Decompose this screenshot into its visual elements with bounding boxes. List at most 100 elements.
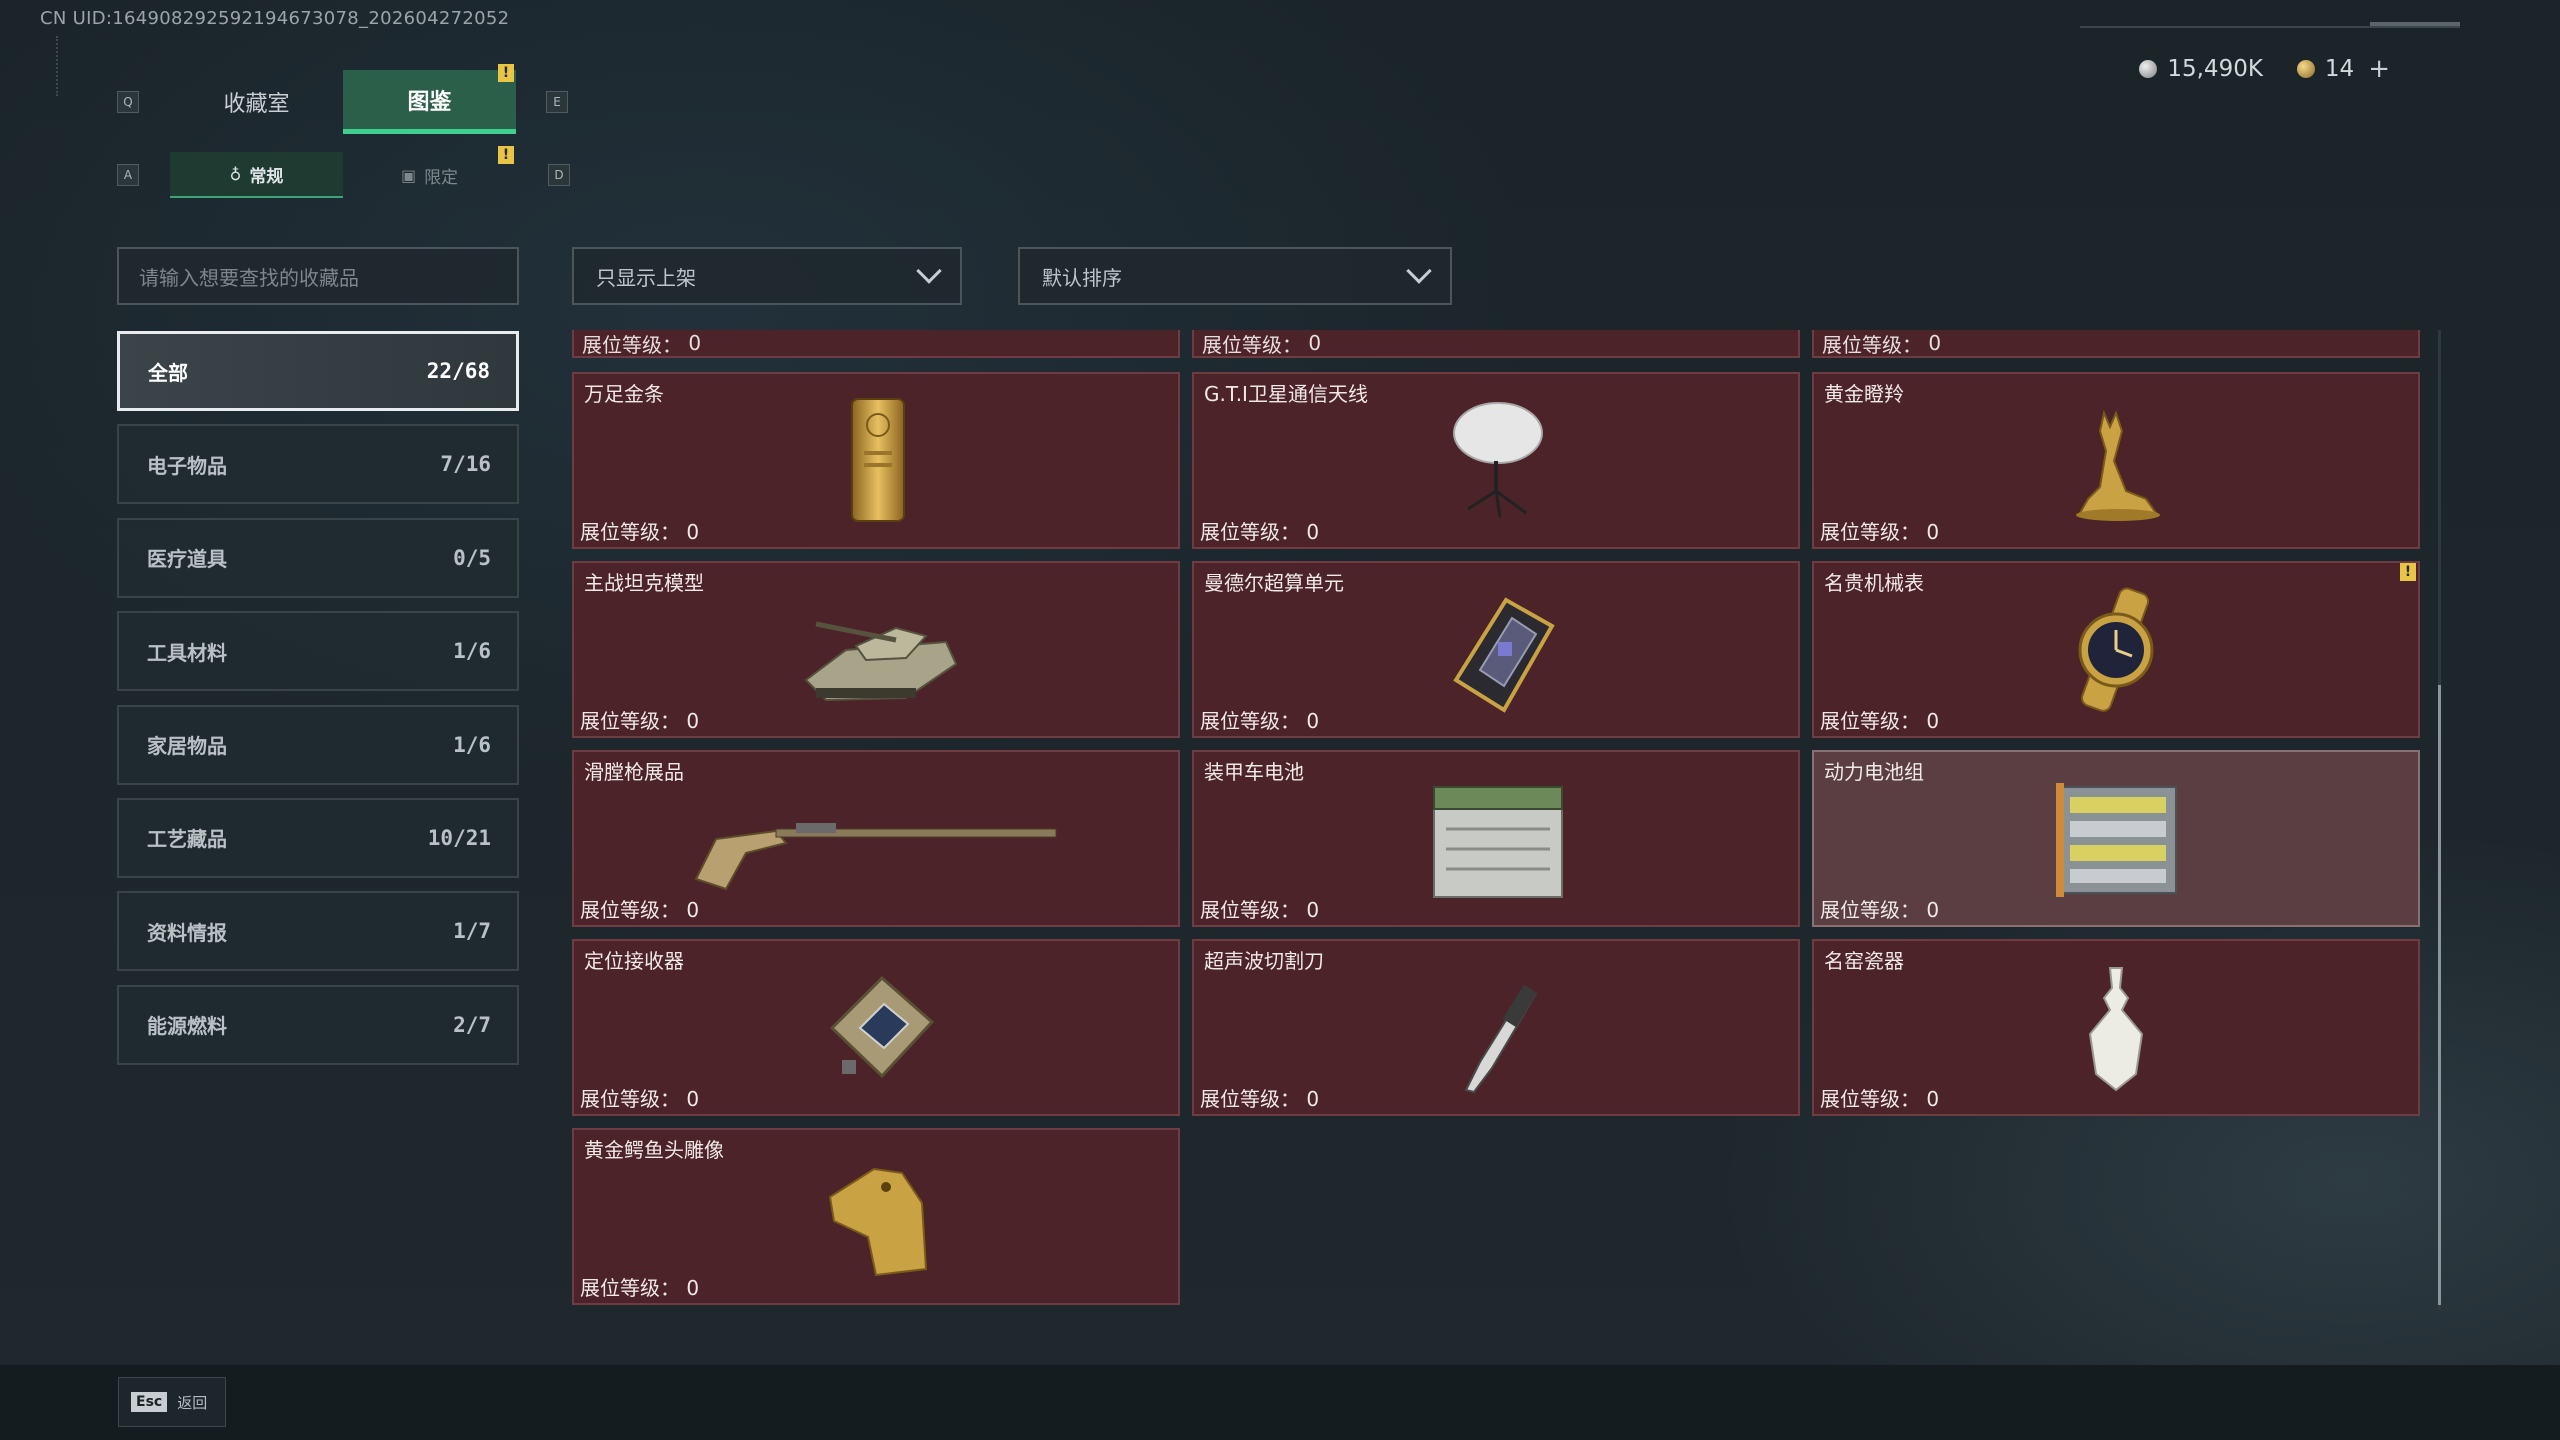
gps-receiver-icon	[756, 958, 996, 1098]
category-label: 工艺藏品	[147, 827, 227, 852]
category-label: 全部	[148, 360, 188, 385]
category-household[interactable]: 家居物品 1/6	[117, 704, 519, 785]
key-hint-d: D	[548, 164, 570, 186]
category-count: 1/6	[453, 732, 491, 757]
level-value: 0	[1306, 1087, 1320, 1111]
subtab-regular[interactable]: ♁ 常规	[170, 152, 343, 198]
key-hint-q: Q	[117, 91, 139, 113]
item-name: 曼德尔超算单元	[1204, 571, 1344, 595]
level-value: 0	[1306, 898, 1320, 922]
vehicle-battery-icon	[1376, 769, 1616, 909]
silver-amount: 15,490K	[2167, 56, 2263, 82]
item-card-partial[interactable]: 展位等级： 0	[1812, 330, 2420, 358]
level-label: 展位等级：	[1822, 332, 1922, 357]
item-name: 黄金瞪羚	[1824, 382, 1904, 406]
category-count: 10/21	[427, 825, 491, 850]
category-tools[interactable]: 工具材料 1/6	[117, 611, 519, 692]
category-count: 0/5	[453, 545, 491, 570]
level-label: 展位等级：	[1200, 520, 1300, 544]
level-label: 展位等级：	[580, 898, 680, 922]
back-button[interactable]: Esc 返回	[118, 1377, 226, 1427]
level-row: 展位等级： 0	[1820, 705, 1939, 734]
level-value: 0	[686, 1276, 700, 1300]
category-energy[interactable]: 能源燃料 2/7	[117, 984, 519, 1065]
level-value: 0	[1306, 520, 1320, 544]
level-row: 展位等级： 0	[1820, 1083, 1939, 1112]
item-card[interactable]: 曼德尔超算单元 展位等级： 0	[1192, 561, 1800, 738]
tank-model-icon	[756, 580, 996, 720]
level-row: 展位等级： 0	[1820, 516, 1939, 545]
level-label: 展位等级：	[1200, 1087, 1300, 1111]
item-card[interactable]: G.T.I卫星通信天线 展位等级： 0	[1192, 372, 1800, 549]
item-card[interactable]: 万足金条 展位等级： 0	[572, 372, 1180, 549]
category-all[interactable]: 全部 22/68	[117, 331, 519, 411]
category-label: 电子物品	[147, 453, 227, 478]
item-card-partial[interactable]: 展位等级： 0	[572, 330, 1180, 358]
battery-pack-icon	[1996, 769, 2236, 909]
item-card[interactable]: 定位接收器 展位等级： 0	[572, 939, 1180, 1116]
item-card[interactable]: 滑膛枪展品 展位等级： 0	[572, 750, 1180, 927]
level-label: 展位等级：	[580, 1276, 680, 1300]
category-medical[interactable]: 医疗道具 0/5	[117, 517, 519, 598]
category-label: 资料情报	[147, 920, 227, 945]
level-row: 展位等级： 0	[1200, 516, 1319, 545]
level-value: 0	[686, 898, 700, 922]
tab-codex[interactable]: 图鉴	[343, 70, 516, 134]
category-count: 1/6	[453, 639, 491, 664]
scrollbar-thumb[interactable]	[2438, 685, 2441, 1305]
item-card-partial[interactable]: 展位等级： 0	[1192, 330, 1800, 358]
item-name: 名贵机械表	[1824, 571, 1924, 595]
category-electronics[interactable]: 电子物品 7/16	[117, 424, 519, 505]
add-currency-button[interactable]: +	[2368, 54, 2390, 84]
search-input[interactable]: 请输入想要查找的收藏品	[117, 247, 519, 305]
silver-coin-icon	[2139, 60, 2158, 78]
level-label: 展位等级：	[582, 332, 682, 357]
sort-value: 默认排序	[1042, 265, 1122, 290]
level-row: 展位等级： 0	[1820, 894, 1939, 923]
gold-bar-icon	[756, 391, 996, 531]
subtab-limited[interactable]: ▣ 限定	[343, 152, 516, 198]
item-card[interactable]: 装甲车电池 展位等级： 0	[1192, 750, 1800, 927]
category-count: 22/68	[426, 359, 490, 383]
item-card[interactable]: 黄金鳄鱼头雕像 展位等级： 0	[572, 1128, 1180, 1305]
item-card[interactable]: 超声波切割刀 展位等级： 0	[1192, 939, 1800, 1116]
category-crafts[interactable]: 工艺藏品 10/21	[117, 797, 519, 878]
partial-row: 展位等级： 0 展位等级： 0 展位等级： 0	[572, 330, 2420, 358]
satellite-dish-icon	[1376, 391, 1616, 531]
level-row: 展位等级： 0	[1200, 1083, 1319, 1112]
level-row: 展位等级： 0	[580, 894, 699, 923]
subtab-label: 限定	[424, 167, 459, 188]
tab-collection-room[interactable]: 收藏室	[170, 70, 343, 134]
uid-label: CN UID:164908292592194673078_20260427205…	[40, 8, 510, 29]
main-tabs: 收藏室 图鉴	[170, 70, 516, 134]
level-label: 展位等级：	[1200, 709, 1300, 733]
gold-currency: 14 +	[2296, 54, 2390, 84]
tab-label: 收藏室	[223, 92, 290, 117]
level-label: 展位等级：	[1820, 898, 1920, 922]
item-card[interactable]: 动力电池组 展位等级： 0	[1812, 750, 2420, 927]
item-name: 主战坦克模型	[584, 571, 704, 595]
silver-currency: 15,490K	[2139, 56, 2263, 82]
item-card[interactable]: 黄金瞪羚 展位等级： 0	[1812, 372, 2420, 549]
supercomputer-unit-icon	[1376, 580, 1616, 720]
level-label: 展位等级：	[1820, 520, 1920, 544]
level-label: 展位等级：	[1820, 1087, 1920, 1111]
level-value: 0	[1928, 331, 1942, 355]
item-name: 黄金鳄鱼头雕像	[584, 1138, 724, 1162]
item-card[interactable]: 名贵机械表 ! 展位等级： 0	[1812, 561, 2420, 738]
key-hint-e: E	[546, 91, 568, 113]
category-label: 医疗道具	[147, 547, 227, 572]
gold-coin-icon	[2296, 60, 2315, 78]
category-intel[interactable]: 资料情报 1/7	[117, 891, 519, 972]
shelf-filter-dropdown[interactable]: 只显示上架	[572, 247, 962, 305]
item-name: 装甲车电池	[1204, 760, 1304, 784]
sort-dropdown[interactable]: 默认排序	[1018, 247, 1452, 305]
bottom-bar	[0, 1365, 2560, 1440]
level-value: 0	[1926, 898, 1940, 922]
gold-crocodile-head-icon	[756, 1147, 996, 1287]
item-card[interactable]: 主战坦克模型 展位等级： 0	[572, 561, 1180, 738]
ultrasonic-cutter-icon	[1376, 958, 1616, 1098]
item-card[interactable]: 名窑瓷器 展位等级： 0	[1812, 939, 2420, 1116]
category-label: 家居物品	[147, 734, 227, 759]
picture-icon: ▣	[400, 165, 417, 185]
